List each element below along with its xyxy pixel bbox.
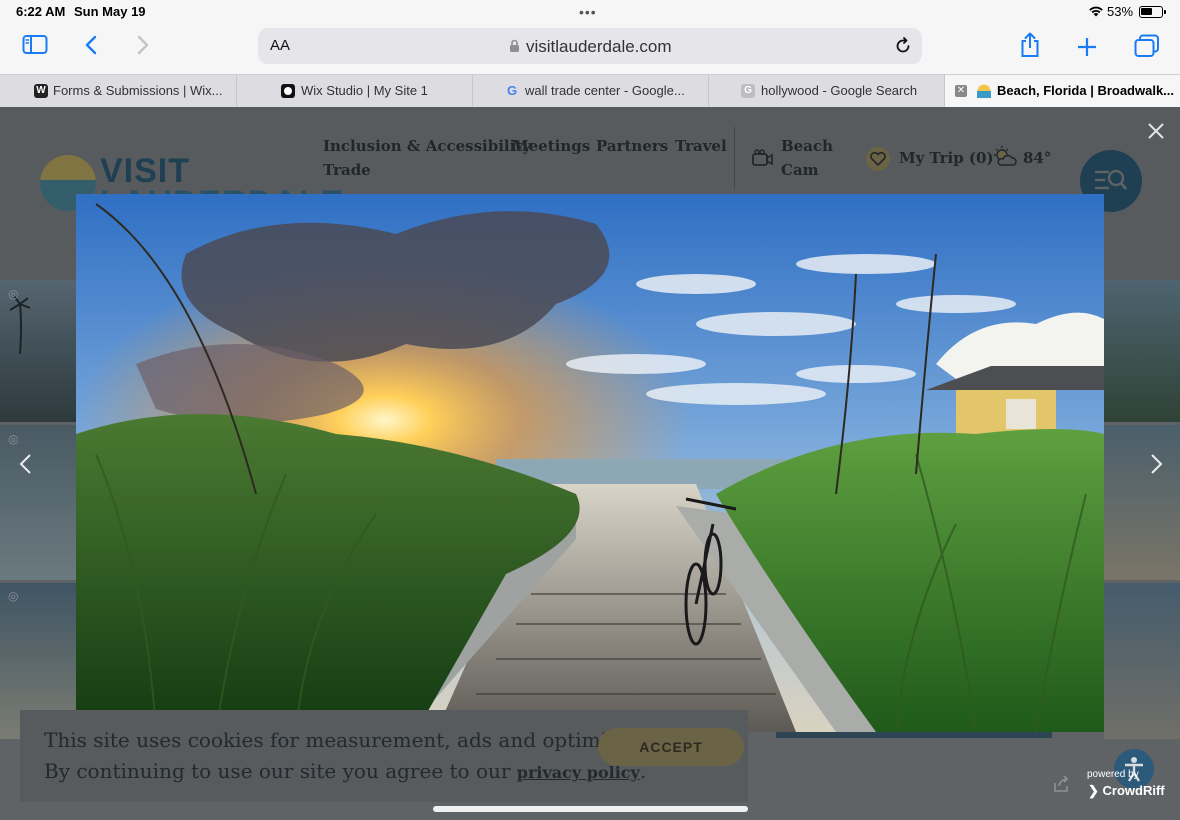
gallery-thumbnail[interactable]: [1104, 425, 1180, 580]
web-page: VISIT LAUDERDALE Inclusion & Accessibili…: [0, 107, 1180, 820]
google-favicon-icon: G: [506, 83, 518, 98]
share-icon[interactable]: [1019, 32, 1041, 58]
accept-cookies-button[interactable]: ACCEPT: [598, 728, 744, 766]
next-image-icon[interactable]: [1146, 452, 1166, 476]
weather-temp: 84°: [1023, 149, 1052, 167]
tab-label: Wix Studio | My Site 1: [301, 83, 428, 98]
lock-icon: [510, 39, 519, 52]
nav-travel[interactable]: Travel: [675, 137, 727, 155]
nav-beach-cam-line2[interactable]: Cam: [781, 161, 819, 179]
battery-percent: 53%: [1107, 4, 1134, 19]
text-size-button[interactable]: AA: [270, 37, 290, 54]
instagram-icon: ◎: [8, 287, 19, 301]
status-time: 6:22 AM: [16, 4, 66, 19]
close-lightbox-icon[interactable]: [1146, 121, 1166, 141]
back-icon[interactable]: [84, 34, 98, 56]
nav-partners[interactable]: Partners: [596, 137, 668, 155]
powered-by-label: powered by: [1087, 769, 1139, 780]
tab-label: hollywood - Google Search: [761, 83, 918, 98]
crowdriff-logo-icon: ❯: [1088, 783, 1103, 798]
tab-strip: W Forms & Submissions | Wix... Wix Studi…: [0, 74, 1180, 107]
wix-favicon-icon: W: [34, 84, 48, 98]
heart-icon: [866, 147, 890, 171]
close-tab-icon[interactable]: ✕: [955, 85, 967, 97]
gallery-thumbnail[interactable]: [1104, 583, 1180, 739]
logo-line-1: VISIT: [100, 152, 191, 190]
gallery-thumbnail[interactable]: [0, 280, 76, 422]
wifi-icon: [1089, 6, 1103, 17]
gallery-thumbnail[interactable]: [1104, 280, 1180, 422]
instagram-icon: ◎: [8, 589, 19, 603]
nav-my-trip[interactable]: My Trip (0): [899, 149, 994, 167]
beach-boardwalk-photo: [76, 194, 1104, 732]
wix-studio-favicon-icon: [281, 84, 295, 98]
nav-meetings[interactable]: Meetings: [512, 137, 590, 155]
nav-trade[interactable]: Trade: [323, 161, 371, 179]
tab-label: Forms & Submissions | Wix...: [53, 83, 223, 98]
tab-wall-trade-center[interactable]: G wall trade center - Google...: [473, 75, 709, 107]
share-image-icon[interactable]: [1052, 775, 1070, 793]
browser-toolbar: AA visitlauderdale.com: [0, 24, 1180, 74]
multitasking-dots-icon[interactable]: •••: [579, 4, 597, 20]
tab-wix-studio[interactable]: Wix Studio | My Site 1: [237, 75, 473, 107]
nav-beach-cam[interactable]: Beach: [781, 137, 833, 155]
palm-tree-icon: [10, 295, 30, 354]
cookie-banner: This site uses cookies for measurement, …: [20, 710, 748, 802]
battery-icon: [1139, 6, 1166, 18]
tab-label: wall trade center - Google...: [525, 83, 685, 98]
address-bar[interactable]: AA visitlauderdale.com: [258, 28, 922, 64]
tab-beach-florida[interactable]: ✕ Beach, Florida | Broadwalk...: [945, 75, 1180, 107]
crowdriff-text: CrowdRiff: [1102, 783, 1165, 798]
tab-forms-submissions[interactable]: W Forms & Submissions | Wix...: [0, 75, 237, 107]
previous-image-icon[interactable]: [16, 452, 36, 476]
instagram-icon: ◎: [8, 432, 19, 446]
tab-overview-icon[interactable]: [1134, 34, 1160, 58]
cookie-text-line1: This site uses cookies for measurement, …: [44, 728, 676, 752]
status-date: Sun May 19: [74, 4, 146, 19]
camera-icon: [752, 149, 773, 166]
cookie-text-line2: By continuing to use our site you agree …: [44, 759, 646, 783]
new-tab-icon[interactable]: [1076, 36, 1098, 58]
nav-inclusion-accessibility[interactable]: Inclusion & Accessibility: [323, 137, 531, 155]
forward-icon[interactable]: [136, 34, 150, 56]
crowdriff-brand[interactable]: ❯ CrowdRiff: [1088, 783, 1165, 799]
home-indicator[interactable]: [433, 806, 748, 812]
tab-label: Beach, Florida | Broadwalk...: [997, 83, 1175, 98]
gallery-thumbnail[interactable]: [0, 425, 76, 580]
url-text[interactable]: visitlauderdale.com: [526, 37, 672, 57]
sidebar-icon[interactable]: [22, 34, 48, 56]
cookie-text-prefix: By continuing to use our site you agree …: [44, 759, 517, 783]
gallery-strip: [776, 732, 1052, 738]
beach-favicon-icon: [977, 84, 991, 98]
tab-hollywood-search[interactable]: G hollywood - Google Search: [709, 75, 945, 107]
status-bar: 6:22 AM Sun May 19 ••• 53%: [0, 0, 1180, 24]
google-favicon-icon: G: [741, 84, 755, 98]
reload-icon[interactable]: [894, 37, 912, 55]
search-menu-icon: [1095, 169, 1127, 190]
weather-sun-cloud-icon: [994, 146, 1017, 166]
nav-divider: [734, 127, 735, 189]
